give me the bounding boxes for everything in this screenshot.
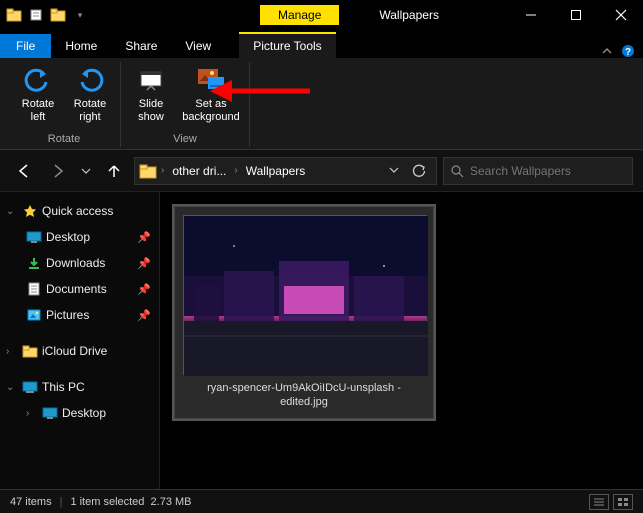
search-box[interactable] (443, 157, 633, 185)
navigation-bar: › other dri... › Wallpapers (0, 150, 643, 192)
sidebar-item-pc-desktop[interactable]: › Desktop (2, 400, 157, 426)
chevron-down-icon[interactable]: ⌄ (6, 206, 18, 217)
pin-icon: 📌 (137, 231, 151, 244)
app-icon (4, 5, 24, 25)
refresh-icon[interactable] (412, 164, 426, 178)
file-item[interactable]: ryan-spencer-Um9AkOiIDcU-unsplash - edit… (174, 206, 434, 419)
folder-icon (22, 343, 38, 359)
rotate-right-icon (74, 64, 106, 96)
chevron-down-icon[interactable]: ⌄ (6, 382, 18, 393)
tab-file[interactable]: File (0, 34, 51, 58)
chevron-right-icon[interactable]: › (161, 165, 164, 176)
slide-show-icon (135, 64, 167, 96)
pin-icon: 📌 (137, 283, 151, 296)
sidebar-item-icloud-drive[interactable]: › iCloud Drive (2, 338, 157, 364)
address-bar[interactable]: › other dri... › Wallpapers (134, 157, 437, 185)
desktop-icon (42, 405, 58, 421)
svg-text:?: ? (625, 47, 631, 58)
navigation-pane: ⌄ Quick access Desktop 📌 Downloads 📌 Doc… (0, 192, 160, 489)
status-selection: 1 item selected (70, 496, 144, 508)
star-icon (22, 203, 38, 219)
pictures-icon (26, 307, 42, 323)
this-pc-icon (22, 379, 38, 395)
sidebar-item-this-pc[interactable]: ⌄ This PC (2, 374, 157, 400)
minimize-button[interactable] (508, 0, 553, 30)
annotation-arrow (210, 76, 310, 106)
rotate-right-button[interactable]: Rotate right (66, 62, 114, 123)
chevron-right-icon[interactable]: › (26, 408, 38, 419)
downloads-icon (26, 255, 42, 271)
titlebar: ▾ Manage Wallpapers (0, 0, 643, 30)
file-thumbnail (183, 215, 427, 375)
up-button[interactable] (100, 157, 128, 185)
maximize-button[interactable] (553, 0, 598, 30)
sidebar-item-quick-access[interactable]: ⌄ Quick access (2, 198, 157, 224)
qat-open-icon[interactable] (48, 5, 68, 25)
status-size: 2.73 MB (151, 496, 192, 508)
folder-icon (139, 163, 157, 179)
rotate-left-button[interactable]: Rotate left (14, 62, 62, 123)
search-input[interactable] (470, 164, 626, 178)
sidebar-item-documents[interactable]: Documents 📌 (2, 276, 157, 302)
qat-customize-icon[interactable]: ▾ (70, 5, 90, 25)
back-button[interactable] (10, 157, 38, 185)
tab-picture-tools[interactable]: Picture Tools (239, 32, 335, 58)
help-icon[interactable]: ? (621, 44, 635, 58)
recent-locations-button[interactable] (78, 157, 94, 185)
close-button[interactable] (598, 0, 643, 30)
slide-show-button[interactable]: Slide show (127, 62, 175, 123)
status-bar: 47 items | 1 item selected 2.73 MB (0, 489, 643, 513)
pin-icon: 📌 (137, 257, 151, 270)
view-details-button[interactable] (589, 494, 609, 510)
ribbon-group-rotate: Rotate (48, 133, 80, 147)
sidebar-item-downloads[interactable]: Downloads 📌 (2, 250, 157, 276)
tab-view[interactable]: View (171, 34, 225, 58)
pin-icon: 📌 (137, 309, 151, 322)
file-name-label: ryan-spencer-Um9AkOiIDcU-unsplash - edit… (183, 381, 425, 410)
context-tab-manage[interactable]: Manage (260, 5, 339, 25)
status-item-count: 47 items (10, 496, 52, 508)
tab-home[interactable]: Home (51, 34, 111, 58)
ribbon-tabs: File Home Share View Picture Tools ? (0, 30, 643, 58)
sidebar-item-desktop[interactable]: Desktop 📌 (2, 224, 157, 250)
view-thumbnails-button[interactable] (613, 494, 633, 510)
window-title: Wallpapers (379, 8, 439, 22)
tab-share[interactable]: Share (111, 34, 171, 58)
search-icon (450, 164, 464, 178)
chevron-right-icon[interactable]: › (6, 346, 18, 357)
documents-icon (26, 281, 42, 297)
ribbon: Rotate left Rotate right Rotate Slide sh… (0, 58, 643, 150)
breadcrumb-segment[interactable]: Wallpapers (242, 164, 310, 178)
rotate-left-icon (22, 64, 54, 96)
ribbon-group-view: View (173, 133, 197, 147)
ribbon-collapse-icon[interactable] (601, 45, 613, 57)
content-pane[interactable]: ryan-spencer-Um9AkOiIDcU-unsplash - edit… (160, 192, 643, 489)
address-dropdown-icon[interactable] (388, 164, 400, 178)
forward-button[interactable] (44, 157, 72, 185)
qat-properties-icon[interactable] (26, 5, 46, 25)
chevron-right-icon[interactable]: › (234, 165, 237, 176)
breadcrumb-segment[interactable]: other dri... (168, 164, 230, 178)
sidebar-item-pictures[interactable]: Pictures 📌 (2, 302, 157, 328)
desktop-icon (26, 229, 42, 245)
